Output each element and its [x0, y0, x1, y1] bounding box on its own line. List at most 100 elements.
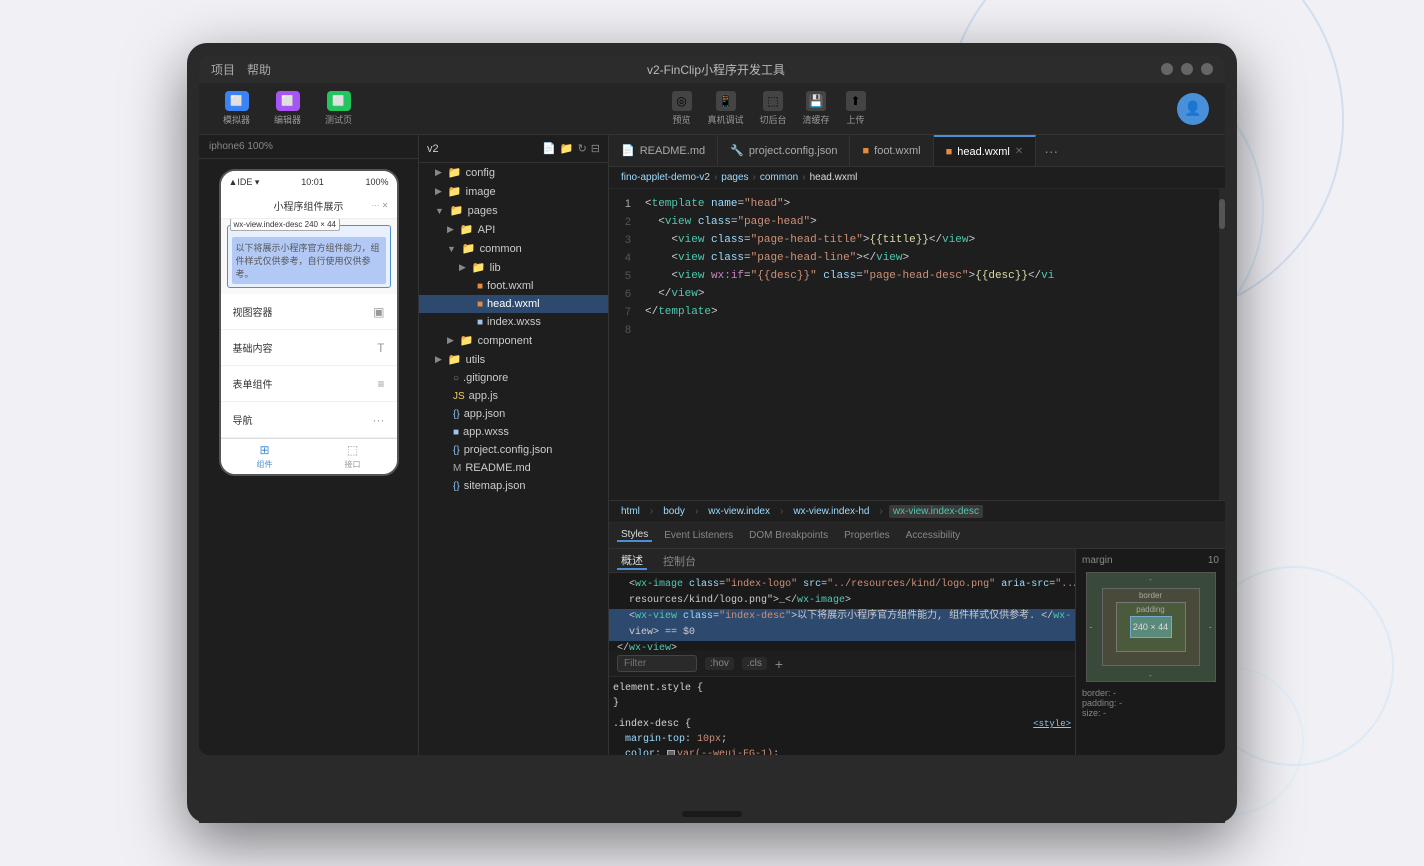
breadcrumb-item-active[interactable]: head.wxml	[810, 172, 858, 183]
tree-item-gitignore[interactable]: ○ .gitignore	[419, 369, 608, 387]
scrollbar-thumb[interactable]	[1219, 199, 1225, 229]
breadcrumb-item[interactable]: fino-applet-demo-v2	[621, 172, 710, 183]
menu-item-form[interactable]: 表单组件 ≡	[221, 366, 397, 402]
breadcrumb-bar: fino-applet-demo-v2 › pages › common › h…	[609, 167, 1225, 189]
tree-item-label: lib	[490, 262, 501, 274]
tree-item-app-js[interactable]: JS app.js	[419, 387, 608, 405]
test-button[interactable]: ⬜ 测试页	[317, 87, 360, 130]
devtools-tab-event[interactable]: Event Listeners	[660, 530, 737, 541]
tab-console[interactable]: 控制台	[659, 553, 700, 569]
devtools-tab-dom[interactable]: DOM Breakpoints	[745, 530, 832, 541]
new-folder-icon[interactable]: 📁	[560, 142, 574, 155]
code-editor[interactable]: 1 2 3 4 5 6 7 8 <template name="head"> <…	[609, 189, 1225, 500]
breadcrumb-item[interactable]: common	[760, 172, 798, 183]
phone-tab-api[interactable]: ⬚ 接口	[345, 443, 361, 470]
simulate-label: 模拟器	[223, 113, 250, 126]
tree-item-label: component	[478, 335, 532, 347]
preview-button[interactable]: ◎ 预览	[672, 91, 692, 126]
code-scrollbar[interactable]	[1219, 189, 1225, 500]
close-button[interactable]	[1201, 63, 1213, 75]
simulate-button[interactable]: ⬜ 模拟器	[215, 87, 258, 130]
config-button[interactable]: ⬜ 编辑器	[266, 87, 309, 130]
minimize-button[interactable]	[1161, 63, 1173, 75]
filter-tag-cls[interactable]: .cls	[742, 657, 767, 670]
refresh-icon[interactable]: ↻	[578, 142, 587, 155]
elem-html[interactable]: html	[617, 505, 644, 518]
elem-wx-view-index-desc[interactable]: wx-view.index-desc	[889, 505, 983, 518]
carrier-status: ▲IDE ▾	[229, 177, 260, 188]
tab-readme[interactable]: 📄 README.md	[609, 135, 718, 166]
tab-foot-wxml[interactable]: ■ foot.wxml	[850, 135, 933, 166]
tree-item-pages[interactable]: ▼ 📁 pages	[419, 201, 608, 220]
phone-title-more[interactable]: ··· ✕	[372, 201, 389, 210]
menu-help[interactable]: 帮助	[247, 61, 271, 78]
tree-item-readme[interactable]: M README.md	[419, 459, 608, 477]
tree-item-utils[interactable]: ▶ 📁 utils	[419, 350, 608, 369]
tree-item-api[interactable]: ▶ 📁 API	[419, 220, 608, 239]
clear-button[interactable]: 💾 清缓存	[803, 91, 830, 126]
box-margin-right: -	[1209, 623, 1212, 632]
tab-head-wxml[interactable]: ■ head.wxml ✕	[934, 135, 1037, 166]
menu-item-view-container[interactable]: 视图容器 ▣	[221, 294, 397, 330]
code-line-8	[645, 321, 1211, 339]
devtools-tab-styles[interactable]: Styles	[617, 529, 652, 542]
device-button[interactable]: 📱 真机调试	[708, 91, 744, 126]
tree-item-common[interactable]: ▼ 📁 common	[419, 239, 608, 258]
expand-icon: ▶	[435, 167, 442, 178]
tree-item-project-config[interactable]: {} project.config.json	[419, 441, 608, 459]
tree-item-label: API	[478, 224, 496, 236]
tree-item-head-wxml[interactable]: ■ head.wxml	[419, 295, 608, 313]
menu-item-basic[interactable]: 基础内容 T	[221, 330, 397, 366]
devtools-left: 概述 控制台 <wx-image class="index-logo" src=…	[609, 549, 1075, 755]
box-content-size: 240 × 44	[1133, 622, 1168, 632]
html-line-1: <wx-image class="index-logo" src="../res…	[609, 577, 1075, 593]
line-num-5: 5	[625, 267, 631, 285]
tree-item-component[interactable]: ▶ 📁 component	[419, 331, 608, 350]
upload-button[interactable]: ⬆ 上传	[846, 91, 866, 126]
battery-status: 100%	[365, 177, 388, 187]
user-avatar[interactable]: 👤	[1177, 93, 1209, 125]
tree-item-sitemap[interactable]: {} sitemap.json	[419, 477, 608, 495]
tree-item-image[interactable]: ▶ 📁 image	[419, 182, 608, 201]
filter-tag-hov[interactable]: :hov	[705, 657, 734, 670]
menu-item-nav[interactable]: 导航 ···	[221, 402, 397, 438]
filter-input[interactable]	[617, 655, 697, 672]
tree-item-app-wxss[interactable]: ■ app.wxss	[419, 423, 608, 441]
devtools-tab-accessibility[interactable]: Accessibility	[902, 530, 964, 541]
tree-item-config[interactable]: ▶ 📁 config	[419, 163, 608, 182]
code-line-5: <view wx:if="{{desc}}" class="page-head-…	[645, 267, 1211, 285]
md-file-icon: M	[453, 463, 461, 474]
expand-icon: ▼	[435, 206, 444, 216]
tab-close-button[interactable]: ✕	[1015, 146, 1023, 157]
new-file-icon[interactable]: 📄	[542, 142, 556, 155]
style-source-link[interactable]: <style>	[1033, 717, 1071, 732]
tree-item-app-json[interactable]: {} app.json	[419, 405, 608, 423]
box-detail-border: border: -	[1082, 688, 1219, 698]
devtools-html-view[interactable]: <wx-image class="index-logo" src="../res…	[609, 573, 1075, 651]
maximize-button[interactable]	[1181, 63, 1193, 75]
tab-project-config[interactable]: 🔧 project.config.json	[718, 135, 850, 166]
tab-more-button[interactable]: ···	[1036, 143, 1066, 159]
breadcrumb-item[interactable]: pages	[721, 172, 748, 183]
json-file-icon: {}	[453, 409, 460, 420]
elem-body[interactable]: body	[659, 505, 689, 518]
menu-project[interactable]: 项目	[211, 61, 235, 78]
elem-wx-view-index-hd[interactable]: wx-view.index-hd	[789, 505, 873, 518]
styles-content: element.style { } .index-desc { <style>	[609, 677, 1075, 755]
code-lines[interactable]: <template name="head"> <view class="page…	[637, 189, 1219, 500]
html-line-4: view> == $0	[609, 625, 1075, 641]
cut-button[interactable]: ⬚ 切后台	[760, 91, 787, 126]
tree-item-index-wxss[interactable]: ■ index.wxss	[419, 313, 608, 331]
filter-add-button[interactable]: +	[775, 656, 783, 672]
collapse-icon[interactable]: ⊟	[591, 142, 600, 155]
phone-content: wx-view.index-desc 240 × 44 以下将展示小程序官方组件…	[221, 219, 397, 438]
elem-wx-view-index[interactable]: wx-view.index	[704, 505, 774, 518]
devtools-tab-properties[interactable]: Properties	[840, 530, 894, 541]
phone-tab-component[interactable]: ⊞ 组件	[257, 443, 273, 470]
tree-item-lib[interactable]: ▶ 📁 lib	[419, 258, 608, 277]
box-margin-bottom: -	[1149, 671, 1152, 680]
tab-overview[interactable]: 概述	[617, 552, 647, 570]
tree-item-foot-wxml[interactable]: ■ foot.wxml	[419, 277, 608, 295]
folder-icon: 📁	[448, 353, 462, 366]
box-model-value: 10	[1208, 555, 1219, 566]
